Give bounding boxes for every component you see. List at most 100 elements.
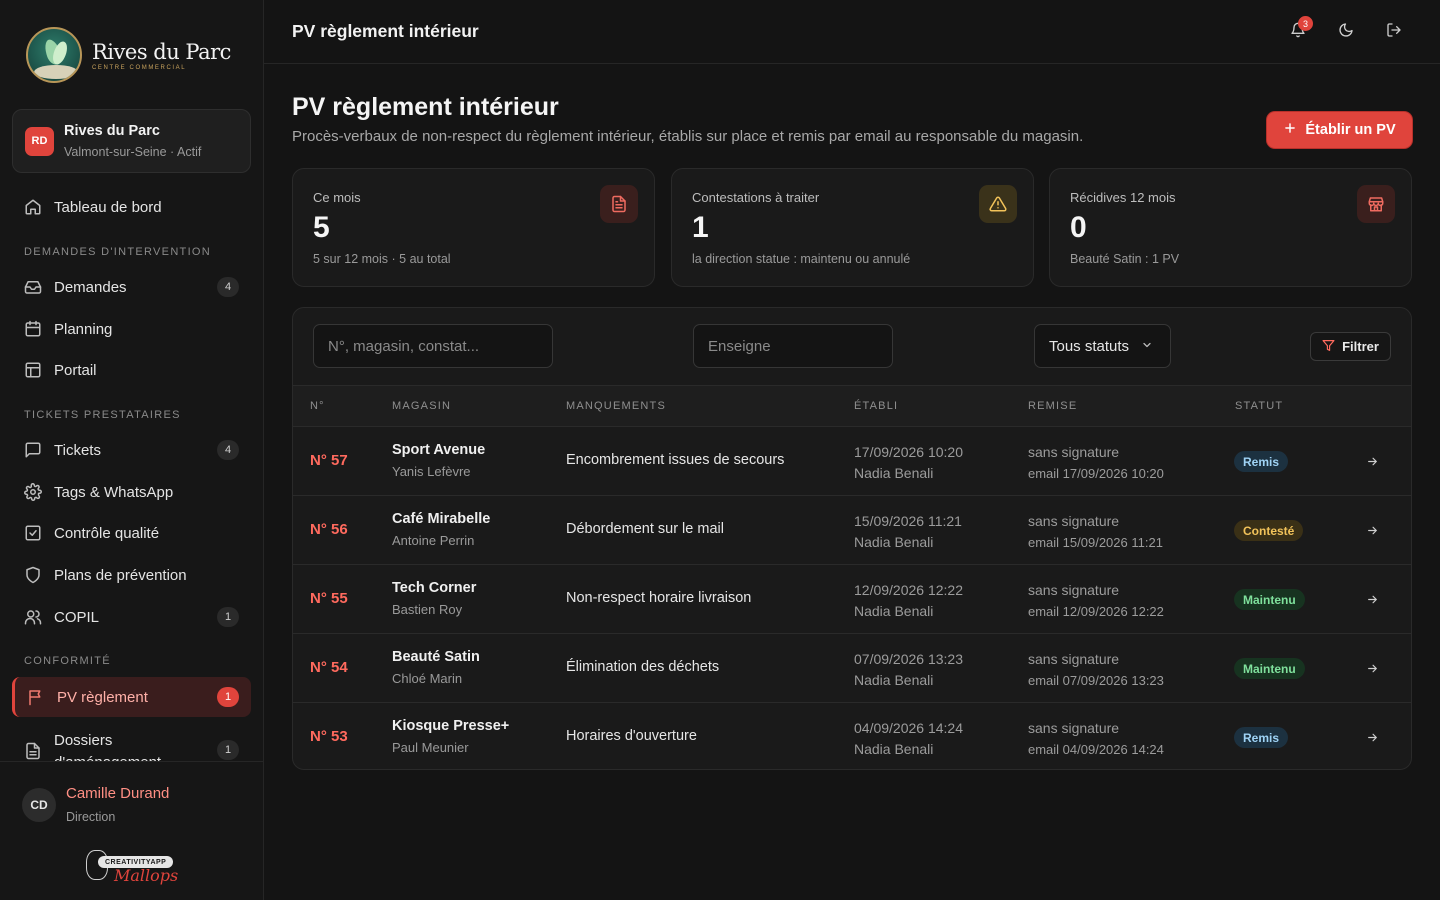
established-date: 07/09/2026 13:23	[854, 651, 963, 667]
stat-card-month: Ce mois 5 5 sur 12 mois · 5 au total	[292, 168, 655, 287]
brand-tagline: CENTRE COMMERCIAL	[92, 64, 187, 71]
sidebar-item-controle[interactable]: Contrôle qualité	[12, 513, 251, 553]
issue-text: Débordement sur le mail	[566, 521, 724, 537]
sidebar: Rives du Parc CENTRE COMMERCIAL RD Rives…	[0, 0, 264, 900]
site-switcher[interactable]: RD Rives du Parc Valmont-sur-Seine · Act…	[12, 109, 251, 173]
remise-cell: sans signature email 07/09/2026 13:23	[1028, 649, 1164, 691]
remise-cell: sans signature email 17/09/2026 10:20	[1028, 442, 1164, 484]
avatar: CD	[22, 788, 56, 822]
shop-manager: Chloé Marin	[392, 671, 463, 686]
sidebar-item-planning[interactable]: Planning	[12, 309, 251, 349]
topbar-title: PV règlement intérieur	[292, 21, 479, 41]
sidebar-item-copil[interactable]: COPIL 1	[12, 597, 251, 637]
theme-toggle-button[interactable]	[1334, 20, 1358, 44]
status-select[interactable]: Tous statuts	[1034, 324, 1171, 368]
established-cell: 15/09/2026 11:21 Nadia Benali	[854, 511, 962, 553]
creativityapp-logo: CREATIVITYAPP Mallops	[86, 846, 178, 886]
established-by: Nadia Benali	[854, 465, 934, 481]
arrow-right-icon[interactable]	[1363, 728, 1381, 746]
sidebar-item-plans[interactable]: Plans de prévention	[12, 555, 251, 595]
stat-value: 0	[1070, 211, 1087, 244]
table-row[interactable]: N° 53 Kiosque Presse+ Paul Meunier Horai…	[293, 703, 1411, 769]
shop-cell: Kiosque Presse+ Paul Meunier	[392, 718, 509, 755]
arrow-right-icon[interactable]	[1363, 521, 1381, 539]
sidebar-item-dashboard[interactable]: Tableau de bord	[12, 187, 251, 227]
sidebar-item-label: Contrôle qualité	[54, 524, 160, 542]
moon-icon	[1338, 22, 1354, 43]
create-pv-button[interactable]: Établir un PV	[1267, 112, 1412, 148]
sidebar-item-label: Dossiers d'aménagement	[54, 732, 161, 761]
user-name: Camille Durand	[66, 785, 170, 802]
status-select-value: Tous statuts	[1049, 337, 1130, 355]
sidebar-item-tickets[interactable]: Tickets 4	[12, 430, 251, 470]
shop-name: Café Mirabelle	[392, 511, 491, 527]
inbox-icon	[24, 278, 42, 296]
sidebar-item-pv-reglement[interactable]: PV règlement 1	[12, 677, 251, 717]
sidebar-item-label: Tableau de bord	[54, 198, 162, 216]
remise-cell: sans signature email 04/09/2026 14:24	[1028, 718, 1164, 760]
count-badge: 4	[217, 277, 239, 297]
shield-icon	[24, 566, 42, 584]
user-profile[interactable]: CD Camille Durand Direction CREATIVITYAP…	[0, 761, 263, 900]
search-input[interactable]: N°, magasin, constat...	[313, 324, 553, 368]
table-row[interactable]: N° 56 Café Mirabelle Antoine Perrin Débo…	[293, 496, 1411, 565]
sidebar-scroll-clip: Dossiers d'aménagement 1	[0, 720, 263, 761]
issue-text: Horaires d'ouverture	[566, 728, 697, 744]
pv-number: N° 57	[310, 452, 348, 469]
section-conformite: CONFORMITÉ	[24, 655, 111, 667]
established-date: 04/09/2026 14:24	[854, 720, 963, 736]
status-badge: Maintenu	[1234, 589, 1305, 610]
arrow-right-icon[interactable]	[1363, 659, 1381, 677]
count-badge: 4	[217, 440, 239, 460]
pv-table-card: N°, magasin, constat... Enseigne Tous st…	[292, 307, 1412, 770]
issue-text: Élimination des déchets	[566, 659, 720, 675]
logout-button[interactable]	[1382, 20, 1406, 44]
filter-label: Filtrer	[1342, 339, 1379, 354]
table-row[interactable]: N° 55 Tech Corner Bastien Roy Non-respec…	[293, 565, 1411, 634]
established-cell: 17/09/2026 10:20 Nadia Benali	[854, 442, 963, 484]
brand-name: Rives du Parc	[92, 39, 231, 64]
table-row[interactable]: N° 57 Sport Avenue Yanis Lefèvre Encombr…	[293, 427, 1411, 496]
remise-signature: sans signature	[1028, 513, 1120, 529]
sidebar-item-portail[interactable]: Portail	[12, 350, 251, 390]
arrow-right-icon[interactable]	[1363, 452, 1381, 470]
chevron-down-icon	[1141, 338, 1153, 355]
shop-name: Kiosque Presse+	[392, 718, 510, 734]
file-icon	[24, 742, 42, 760]
sidebar-item-label: COPIL	[54, 608, 100, 626]
stat-value: 1	[692, 211, 709, 244]
site-initials: RD	[25, 126, 54, 156]
user-role: Direction	[66, 810, 116, 824]
table-row[interactable]: N° 54 Beauté Satin Chloé Marin Éliminati…	[293, 634, 1411, 703]
stat-label: Contestations à traiter	[692, 190, 820, 205]
pv-number: N° 55	[310, 590, 348, 607]
shop-name: Beauté Satin	[392, 649, 480, 665]
remise-email: email 17/09/2026 10:20	[1028, 466, 1164, 481]
sidebar-item-tags[interactable]: Tags & WhatsApp	[12, 472, 251, 512]
filter-button[interactable]: Filtrer	[1310, 332, 1391, 361]
page-description: Procès-verbaux de non-respect du règleme…	[292, 128, 1084, 145]
established-by: Nadia Benali	[854, 672, 934, 688]
message-icon	[24, 441, 42, 459]
notifications-button[interactable]: 3	[1286, 16, 1313, 44]
arrow-right-icon[interactable]	[1363, 590, 1381, 608]
sidebar-item-label: Tickets	[54, 441, 101, 459]
pv-number: N° 53	[310, 728, 348, 745]
enseigne-input[interactable]: Enseigne	[693, 324, 893, 368]
column-header-remise: REMISE	[1028, 400, 1078, 412]
status-badge: Remis	[1234, 451, 1289, 472]
shop-manager: Bastien Roy	[392, 602, 463, 617]
status-badge: Contesté	[1234, 520, 1304, 541]
sidebar-item-demandes[interactable]: Demandes 4	[12, 267, 251, 307]
status-badge: Maintenu	[1234, 658, 1305, 679]
sidebar-item-label: Plans de prévention	[54, 566, 187, 584]
shop-manager: Yanis Lefèvre	[392, 464, 471, 479]
remise-email: email 04/09/2026 14:24	[1028, 742, 1164, 757]
brand-logo[interactable]: Rives du Parc CENTRE COMMERCIAL	[26, 27, 231, 83]
column-header-magasin: MAGASIN	[392, 400, 452, 412]
shop-name: Tech Corner	[392, 580, 477, 596]
count-badge: 1	[217, 607, 239, 627]
sidebar-item-dossiers[interactable]: Dossiers d'aménagement 1	[12, 720, 251, 761]
column-header-manquements: MANQUEMENTS	[566, 400, 666, 412]
section-tickets: TICKETS PRESTATAIRES	[24, 409, 181, 421]
